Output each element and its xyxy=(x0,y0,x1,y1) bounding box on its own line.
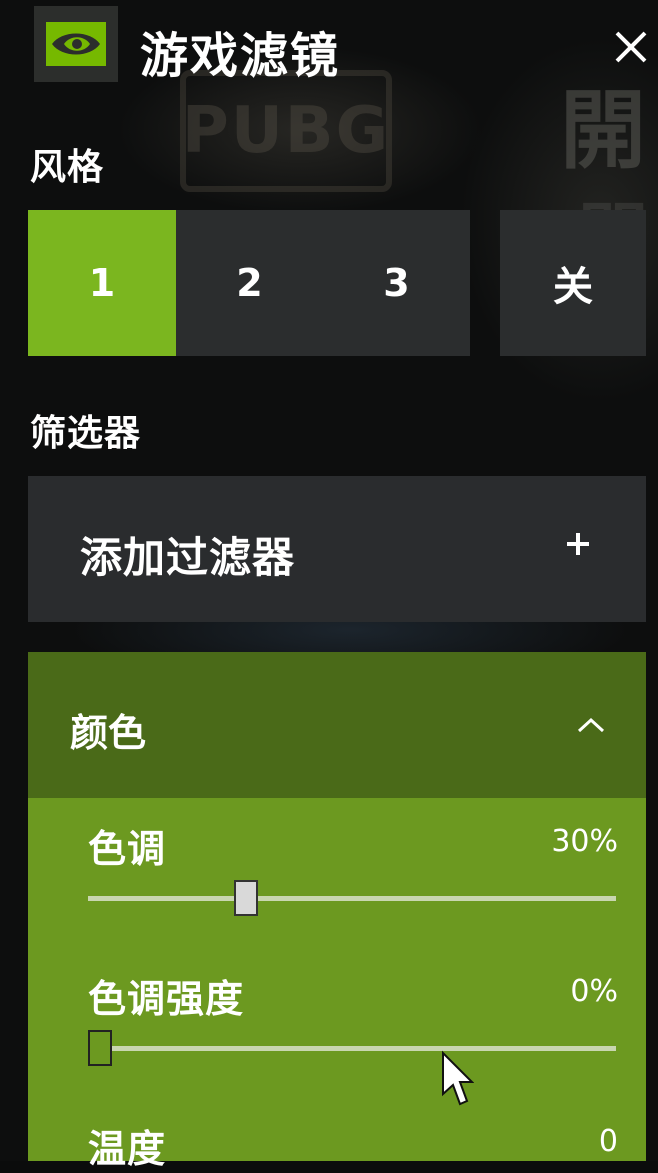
page-title: 游戏滤镜 xyxy=(140,28,341,84)
temperature-value: 0 xyxy=(598,1124,618,1159)
color-filter-title: 颜色 xyxy=(70,711,147,755)
hue-intensity-label: 色调强度 xyxy=(88,977,245,1021)
mouse-pointer-icon xyxy=(440,1050,475,1108)
add-filter-button[interactable]: 添加过滤器 xyxy=(28,476,646,622)
hue-label: 色调 xyxy=(88,827,167,871)
nvidia-eye-icon xyxy=(34,6,118,82)
temperature-slider-row: 温度 0 xyxy=(28,1118,646,1171)
temperature-label: 温度 xyxy=(88,1127,167,1171)
filter-section-label: 筛选器 xyxy=(30,413,142,454)
style-section-label: 风格 xyxy=(30,147,105,188)
game-filter-panel: 游戏滤镜 风格 1 2 3 关 筛选器 添加过滤器 颜色 色调 30% 色调强度… xyxy=(0,0,658,1171)
hue-slider-thumb[interactable] xyxy=(234,880,259,916)
hue-intensity-slider-row: 色调强度 0% xyxy=(28,968,646,1078)
style-segmented-control: 1 2 3 xyxy=(28,210,470,356)
style-option-2[interactable]: 2 xyxy=(176,210,323,356)
plus-icon xyxy=(564,530,592,558)
style-option-3[interactable]: 3 xyxy=(323,210,470,356)
style-option-1[interactable]: 1 xyxy=(28,210,176,356)
hue-slider-row: 色调 30% xyxy=(28,818,646,928)
hue-value: 30% xyxy=(551,824,618,859)
hue-intensity-value: 0% xyxy=(570,974,618,1009)
hue-slider-track[interactable] xyxy=(88,880,616,916)
style-off-button[interactable]: 关 xyxy=(500,210,646,356)
add-filter-label: 添加过滤器 xyxy=(80,533,296,582)
hue-intensity-slider-track[interactable] xyxy=(88,1030,616,1066)
close-icon[interactable] xyxy=(610,26,652,68)
color-filter-card: 颜色 色调 30% 色调强度 0% 温度 0 xyxy=(28,652,646,1171)
panel-header: 游戏滤镜 xyxy=(0,0,658,100)
chevron-up-icon[interactable] xyxy=(576,716,606,734)
hue-intensity-slider-thumb[interactable] xyxy=(88,1030,112,1066)
color-filter-header[interactable]: 颜色 xyxy=(28,652,646,798)
